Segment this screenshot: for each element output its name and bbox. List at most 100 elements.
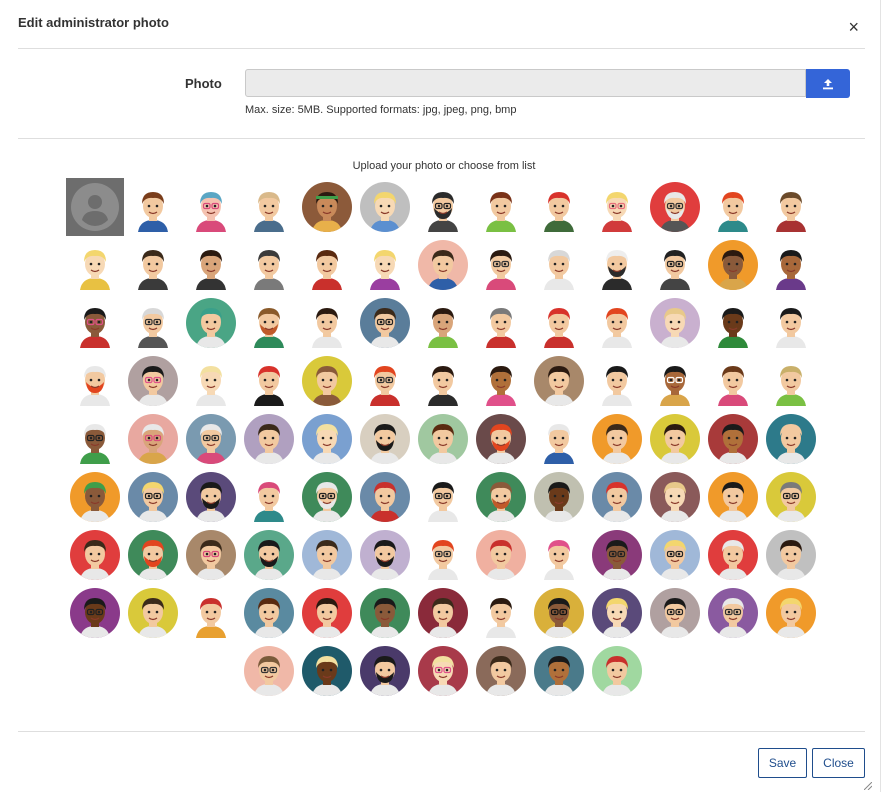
avatar-option[interactable] — [530, 410, 588, 468]
avatar-option[interactable] — [472, 584, 530, 642]
avatar-option[interactable] — [182, 410, 240, 468]
avatar-option[interactable] — [298, 642, 356, 700]
upload-button[interactable] — [806, 69, 850, 98]
avatar-option[interactable] — [182, 584, 240, 642]
avatar-option[interactable] — [588, 526, 646, 584]
avatar-option[interactable] — [298, 468, 356, 526]
avatar-option[interactable] — [66, 468, 124, 526]
avatar-option[interactable] — [646, 352, 704, 410]
avatar-option[interactable] — [414, 468, 472, 526]
avatar-option[interactable] — [704, 584, 762, 642]
avatar-option[interactable] — [414, 410, 472, 468]
avatar-option[interactable] — [472, 352, 530, 410]
avatar-option[interactable] — [240, 584, 298, 642]
avatar-option[interactable] — [646, 236, 704, 294]
avatar-option[interactable] — [298, 410, 356, 468]
avatar-option[interactable] — [414, 526, 472, 584]
close-icon[interactable]: × — [848, 18, 859, 36]
avatar-option[interactable] — [124, 584, 182, 642]
avatar-option[interactable] — [66, 294, 124, 352]
avatar-option[interactable] — [414, 178, 472, 236]
avatar-option[interactable] — [472, 294, 530, 352]
avatar-option[interactable] — [762, 584, 820, 642]
avatar-option[interactable] — [356, 178, 414, 236]
avatar-option[interactable] — [588, 352, 646, 410]
avatar-option[interactable] — [704, 468, 762, 526]
avatar-option[interactable] — [530, 352, 588, 410]
avatar-option[interactable] — [704, 410, 762, 468]
avatar-option[interactable] — [472, 468, 530, 526]
avatar-option[interactable] — [762, 526, 820, 584]
avatar-option[interactable] — [124, 352, 182, 410]
avatar-option[interactable] — [298, 294, 356, 352]
avatar-option[interactable] — [472, 526, 530, 584]
avatar-option[interactable] — [704, 236, 762, 294]
avatar-option[interactable] — [124, 236, 182, 294]
avatar-option[interactable] — [414, 642, 472, 700]
avatar-option[interactable] — [588, 294, 646, 352]
avatar-option[interactable] — [646, 468, 704, 526]
avatar-option[interactable] — [646, 178, 704, 236]
avatar-option[interactable] — [240, 178, 298, 236]
avatar-option[interactable] — [240, 294, 298, 352]
avatar-option[interactable] — [66, 236, 124, 294]
avatar-option[interactable] — [530, 236, 588, 294]
avatar-option[interactable] — [472, 410, 530, 468]
avatar-option[interactable] — [646, 526, 704, 584]
avatar-option[interactable] — [240, 236, 298, 294]
avatar-option[interactable] — [66, 410, 124, 468]
avatar-option[interactable] — [530, 526, 588, 584]
avatar-option[interactable] — [588, 642, 646, 700]
avatar-option[interactable] — [298, 236, 356, 294]
avatar-option[interactable] — [704, 352, 762, 410]
avatar-option[interactable] — [588, 236, 646, 294]
avatar-option[interactable] — [588, 468, 646, 526]
avatar-option[interactable] — [182, 352, 240, 410]
avatar-option[interactable] — [66, 352, 124, 410]
avatar-option[interactable] — [762, 178, 820, 236]
avatar-option[interactable] — [298, 526, 356, 584]
avatar-option[interactable] — [182, 236, 240, 294]
avatar-option[interactable] — [240, 410, 298, 468]
avatar-option[interactable] — [66, 526, 124, 584]
avatar-option[interactable] — [762, 352, 820, 410]
avatar-option[interactable] — [356, 294, 414, 352]
avatar-option[interactable] — [588, 584, 646, 642]
avatar-option[interactable] — [588, 178, 646, 236]
avatar-option[interactable] — [356, 352, 414, 410]
avatar-option[interactable] — [762, 236, 820, 294]
avatar-option[interactable] — [472, 178, 530, 236]
avatar-option[interactable] — [182, 526, 240, 584]
avatar-option[interactable] — [298, 352, 356, 410]
avatar-option[interactable] — [704, 178, 762, 236]
avatar-option[interactable] — [182, 294, 240, 352]
avatar-option[interactable] — [124, 410, 182, 468]
avatar-option[interactable] — [472, 642, 530, 700]
avatar-option[interactable] — [646, 584, 704, 642]
avatar-option[interactable] — [240, 468, 298, 526]
avatar-option[interactable] — [356, 584, 414, 642]
avatar-option[interactable] — [762, 294, 820, 352]
avatar-option[interactable] — [530, 178, 588, 236]
save-button[interactable]: Save — [758, 748, 807, 778]
avatar-option[interactable] — [298, 178, 356, 236]
avatar-option[interactable] — [530, 584, 588, 642]
resize-handle-icon[interactable] — [864, 782, 872, 790]
avatar-option[interactable] — [182, 178, 240, 236]
avatar-option[interactable] — [530, 642, 588, 700]
avatar-option[interactable] — [240, 526, 298, 584]
avatar-option[interactable] — [414, 584, 472, 642]
avatar-option[interactable] — [530, 294, 588, 352]
avatar-option[interactable] — [298, 584, 356, 642]
avatar-option[interactable] — [356, 526, 414, 584]
avatar-option[interactable] — [530, 468, 588, 526]
close-button[interactable]: Close — [812, 748, 865, 778]
default-avatar-option[interactable] — [66, 178, 124, 236]
avatar-option[interactable] — [762, 468, 820, 526]
avatar-option[interactable] — [356, 642, 414, 700]
avatar-option[interactable] — [182, 468, 240, 526]
avatar-option[interactable] — [356, 236, 414, 294]
avatar-option[interactable] — [762, 410, 820, 468]
avatar-option[interactable] — [356, 410, 414, 468]
avatar-option[interactable] — [414, 294, 472, 352]
